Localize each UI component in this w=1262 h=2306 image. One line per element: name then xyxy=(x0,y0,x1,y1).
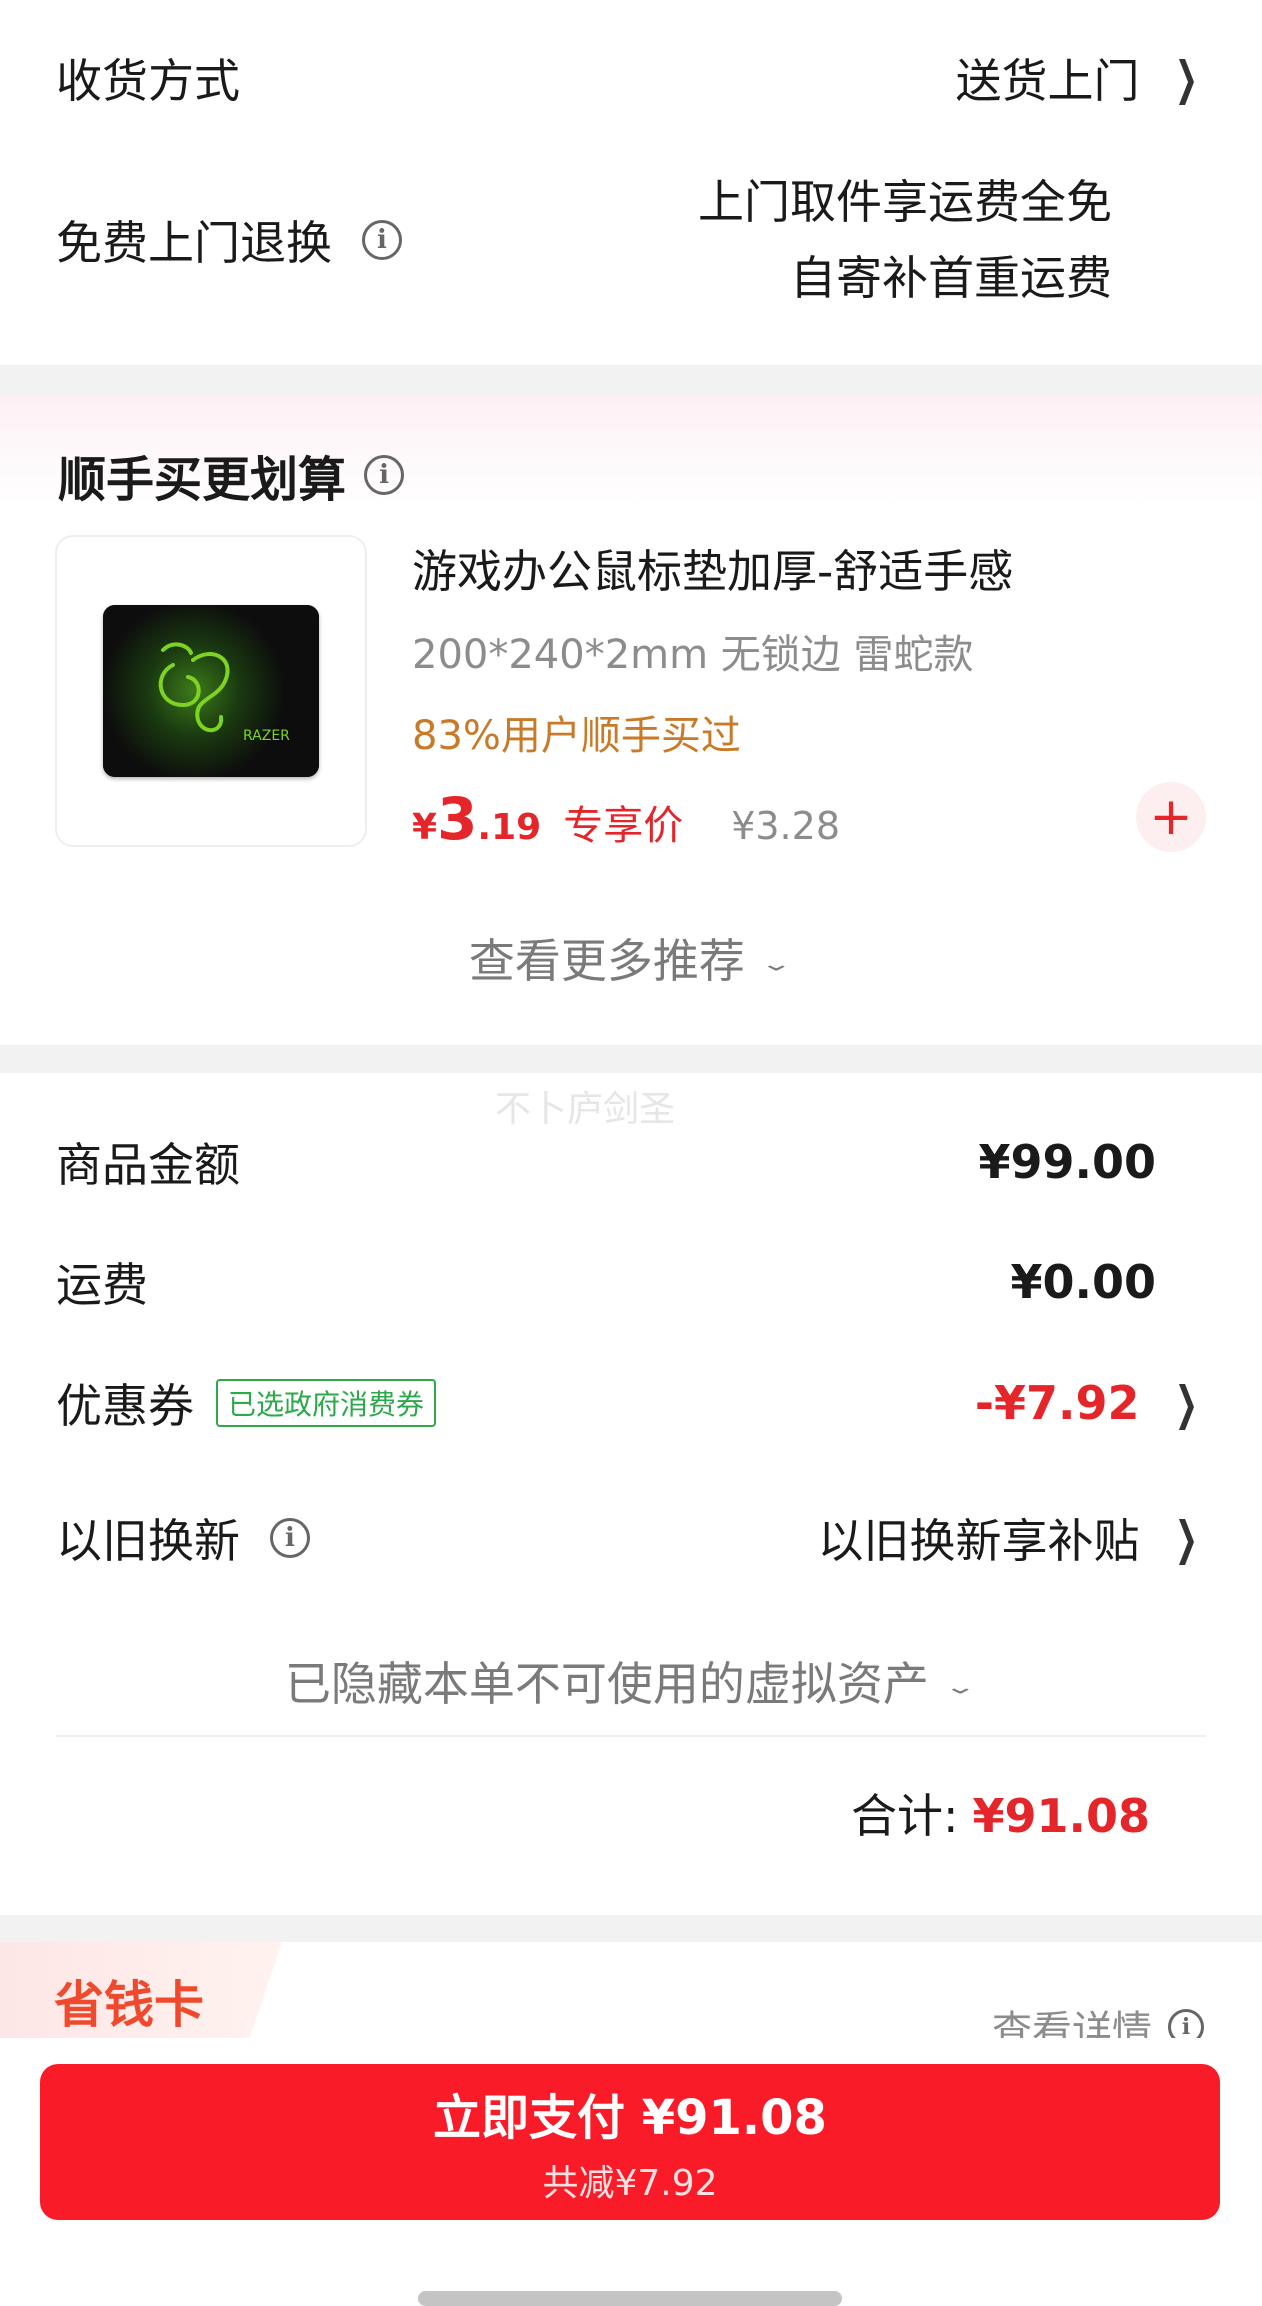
add-to-order-button[interactable]: + xyxy=(1136,782,1206,852)
free-return-label: 免费上门退换 xyxy=(56,216,332,270)
trade-in-label: 以旧换新 xyxy=(56,1514,240,1568)
product-name[interactable]: 游戏办公鼠标垫加厚-舒适手感 xyxy=(412,535,1013,600)
goods-amount-row: 商品金额 ¥99.00 xyxy=(56,1122,1206,1202)
info-icon[interactable]: i xyxy=(364,455,405,495)
section-gap xyxy=(0,1045,1262,1073)
free-return-label-wrap: 免费上门退换 i xyxy=(56,207,402,273)
pay-now-label: 立即支付 ¥91.08 xyxy=(433,2090,827,2146)
free-return-line2: 自寄补首重运费 xyxy=(790,251,1112,305)
goods-amount-value: ¥99.00 xyxy=(978,1135,1156,1189)
trade-in-value: 以旧换新享补贴 xyxy=(817,1514,1140,1568)
total-label: 合计: xyxy=(850,1789,959,1843)
trade-in-label-wrap: 以旧换新 i xyxy=(56,1505,310,1571)
coupon-label-wrap: 优惠券 已选政府消费券 xyxy=(56,1370,437,1436)
coupon-label: 优惠券 xyxy=(56,1379,194,1433)
home-indicator[interactable] xyxy=(418,2291,842,2306)
free-return-row: 免费上门退换 i 上门取件享运费全免 自寄补首重运费 xyxy=(56,165,1206,315)
shipping-value: ¥0.00 xyxy=(1010,1255,1156,1309)
recommend-title-wrap: 顺手买更划算 i xyxy=(58,440,405,510)
delivery-method-row[interactable]: 收货方式 送货上门 ❯ xyxy=(56,38,1206,118)
shipping-row: 运费 ¥0.00 xyxy=(56,1242,1206,1322)
exclusive-price-tag: 专享价 xyxy=(563,803,684,849)
total-value: ¥91.08 xyxy=(972,1789,1150,1843)
razer-logo-icon: RAZER xyxy=(158,642,290,744)
info-icon[interactable]: i xyxy=(362,220,402,260)
free-return-desc: 上门取件享运费全免 自寄补首重运费 xyxy=(698,164,1112,316)
chevron-down-icon: ⌄ xyxy=(759,952,794,976)
delivery-method-value: 送货上门 xyxy=(955,54,1140,108)
price-integer: 3 xyxy=(437,785,478,853)
mousepad-image: RAZER xyxy=(103,605,319,777)
product-social-proof: 83%用户顺手买过 xyxy=(412,713,741,759)
coupon-value-wrap: -¥7.92 ❯ xyxy=(975,1376,1206,1430)
price-decimal: .19 xyxy=(477,807,542,848)
total-row: 合计: ¥91.08 xyxy=(851,1780,1150,1846)
goods-amount-label: 商品金额 xyxy=(56,1138,240,1192)
pay-now-button[interactable]: 立即支付 ¥91.08 共减¥7.92 xyxy=(40,2064,1220,2220)
trade-in-value-wrap: 以旧换新享补贴 ❯ xyxy=(817,1505,1206,1571)
more-recommendations-link[interactable]: 查看更多推荐 ⌄ xyxy=(0,925,1262,991)
plus-icon: + xyxy=(1149,787,1193,847)
free-return-line1: 上门取件享运费全免 xyxy=(698,175,1112,229)
chevron-right-icon: ❯ xyxy=(1175,1376,1199,1430)
price-currency: ¥ xyxy=(412,807,438,848)
trade-in-row[interactable]: 以旧换新 i 以旧换新享补贴 ❯ xyxy=(56,1498,1206,1578)
chevron-right-icon: ❯ xyxy=(1175,1511,1199,1565)
coupon-tag: 已选政府消费券 xyxy=(216,1379,437,1427)
recommend-title: 顺手买更划算 xyxy=(58,452,347,508)
chevron-down-icon: ⌄ xyxy=(943,1675,978,1699)
saving-card-title: 省钱卡 xyxy=(54,1976,204,2034)
delivery-method-label: 收货方式 xyxy=(56,54,240,108)
product-spec: 200*240*2mm 无锁边 雷蛇款 xyxy=(412,632,974,678)
coupon-value: -¥7.92 xyxy=(974,1376,1140,1430)
pay-discount-label: 共减¥7.92 xyxy=(542,2163,718,2204)
product-price: ¥ 3 .19 专享价 ¥3.28 xyxy=(412,785,840,853)
delivery-method-value-wrap: 送货上门 ❯ xyxy=(955,45,1206,111)
hidden-assets-link[interactable]: 已隐藏本单不可使用的虚拟资产 ⌄ xyxy=(0,1648,1262,1714)
section-gap xyxy=(0,1915,1262,1942)
shipping-label: 运费 xyxy=(56,1258,148,1312)
divider xyxy=(56,1735,1206,1737)
original-price: ¥3.28 xyxy=(731,804,840,848)
chevron-right-icon: ❯ xyxy=(1175,51,1199,105)
more-recommendations-label: 查看更多推荐 xyxy=(468,934,745,988)
coupon-row[interactable]: 优惠券 已选政府消费券 -¥7.92 ❯ xyxy=(56,1363,1206,1443)
product-image[interactable]: RAZER xyxy=(55,535,367,847)
info-icon[interactable]: i xyxy=(270,1518,310,1558)
section-gap xyxy=(0,365,1262,395)
hidden-assets-label: 已隐藏本单不可使用的虚拟资产 xyxy=(284,1657,929,1711)
pad-brand-text: RAZER xyxy=(243,728,290,744)
